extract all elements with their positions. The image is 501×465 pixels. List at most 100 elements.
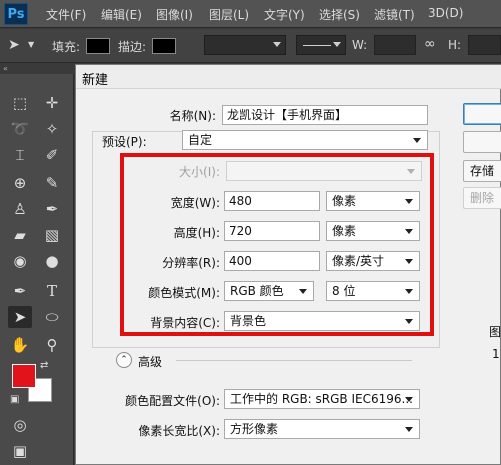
path-selection-tool-icon[interactable]: ➤	[8, 306, 32, 328]
bit-depth-select[interactable]: 8 位	[326, 281, 420, 301]
height-field[interactable]	[468, 35, 501, 55]
eraser-tool-icon[interactable]: ▰	[8, 224, 32, 246]
photoshop-logo: Ps	[4, 3, 28, 25]
color-profile-select[interactable]: 工作中的 RGB: sRGB IEC6196...	[224, 389, 420, 409]
chevron-down-icon	[405, 289, 413, 294]
type-tool-icon[interactable]: T	[40, 280, 64, 302]
link-icon[interactable]: ∞	[424, 36, 436, 52]
menu-edit[interactable]: 编辑(E)	[101, 6, 142, 23]
pixel-aspect-label: 像素长宽比(X):	[138, 424, 220, 438]
quick-mask-icon[interactable]: ◎	[8, 414, 32, 436]
stroke-label: 描边:	[118, 40, 147, 54]
color-profile-value: 工作中的 RGB: sRGB IEC6196...	[230, 392, 413, 406]
panel-collapse-icon[interactable]: «	[0, 64, 74, 74]
new-document-dialog: 新建 名称(N): 龙凯设计【手机界面】 预设(P): 自定 大小(I): 宽度…	[75, 64, 501, 465]
advanced-toggle-icon[interactable]: ⌃	[116, 352, 132, 368]
background-contents-value: 背景色	[230, 314, 267, 328]
resolution-field[interactable]: 400	[224, 251, 320, 271]
preset-value: 自定	[188, 133, 213, 147]
save-preset-button[interactable]: 存储	[463, 160, 501, 182]
color-mode-select[interactable]: RGB 颜色	[224, 281, 314, 301]
preset-label: 预设(P):	[100, 133, 174, 150]
height-field[interactable]: 720	[224, 221, 320, 241]
dodge-tool-icon[interactable]: ●	[40, 250, 64, 272]
path-select-icon[interactable]: ➤	[8, 37, 20, 53]
resolution-label: 分辨率(R):	[162, 256, 220, 270]
default-colors-icon[interactable]: ▣	[10, 394, 19, 405]
ok-button[interactable]	[463, 103, 501, 125]
menu-3d[interactable]: 3D(D)	[428, 6, 463, 20]
marquee-tool-icon[interactable]: ⬚	[8, 92, 32, 114]
chevron-down-icon	[405, 199, 413, 204]
chevron-down-icon	[405, 229, 413, 234]
ellipse-tool-icon[interactable]: ⬭	[40, 306, 64, 328]
menu-file[interactable]: 文件(F)	[46, 6, 86, 23]
width-field[interactable]: 480	[224, 191, 320, 211]
preset-select[interactable]: 自定	[182, 130, 428, 150]
stroke-width-dropdown[interactable]	[204, 35, 286, 55]
width-label: 宽度(W):	[170, 196, 220, 210]
pixel-aspect-value: 方形像素	[230, 422, 279, 436]
lasso-tool-icon[interactable]: ➰	[8, 118, 32, 140]
foreground-color-swatch[interactable]	[12, 364, 36, 388]
advanced-label[interactable]: 高级	[138, 353, 162, 370]
resolution-unit-select[interactable]: 像素/英寸	[326, 251, 420, 271]
chevron-down-icon	[299, 289, 307, 294]
size-select[interactable]	[226, 161, 422, 181]
pixel-aspect-select[interactable]: 方形像素	[224, 419, 420, 439]
image-size-label: 图	[489, 325, 501, 339]
background-contents-select[interactable]: 背景色	[224, 311, 420, 331]
menu-image[interactable]: 图像(I)	[156, 6, 193, 23]
magic-wand-icon[interactable]: ✧	[40, 118, 64, 140]
fill-swatch[interactable]	[86, 38, 110, 54]
menu-select[interactable]: 选择(S)	[319, 6, 360, 23]
screen-mode-icon[interactable]: ▣	[8, 440, 32, 462]
crop-tool-icon[interactable]: ⌶	[8, 144, 32, 166]
cancel-button[interactable]	[463, 131, 501, 153]
history-brush-icon[interactable]: ✒	[40, 198, 64, 220]
chevron-down-icon[interactable]: ▼	[28, 40, 34, 49]
delete-preset-button[interactable]: 删除	[463, 187, 501, 209]
image-size-value: 1	[492, 347, 500, 361]
chevron-down-icon	[405, 397, 413, 402]
gradient-tool-icon[interactable]: ▧	[40, 224, 64, 246]
height-unit-select[interactable]: 像素	[326, 221, 420, 241]
color-mode-value: RGB 颜色	[230, 284, 284, 298]
height-unit: 像素	[332, 224, 357, 238]
healing-brush-icon[interactable]: ⊕	[8, 172, 32, 194]
name-label: 名称(N):	[169, 109, 216, 123]
brush-tool-icon[interactable]: ✎	[40, 172, 64, 194]
hand-tool-icon[interactable]: ✋	[8, 334, 32, 356]
eyedropper-icon[interactable]: ✐	[40, 144, 64, 166]
resolution-unit: 像素/英寸	[332, 254, 385, 268]
stroke-swatch[interactable]	[152, 38, 176, 54]
blur-tool-icon[interactable]: ◉	[8, 250, 32, 272]
stroke-type-dropdown[interactable]	[296, 35, 346, 55]
width-field[interactable]	[374, 35, 416, 55]
chevron-down-icon	[405, 319, 413, 324]
move-tool-icon[interactable]: ✛	[40, 92, 64, 114]
pen-tool-icon[interactable]: ✒	[8, 280, 32, 302]
chevron-down-icon	[405, 427, 413, 432]
tools-panel: « ⬚ ✛ ➰ ✧ ⌶ ✐ ⊕ ✎ ♙ ✒ ▰ ▧ ◉ ● ✒ T ➤ ⬭ ✋ …	[0, 64, 74, 465]
dialog-title-bar: 新建	[76, 65, 501, 89]
height-label: 高度(H):	[173, 226, 220, 240]
menu-layer[interactable]: 图层(L)	[209, 6, 249, 23]
menu-bar: Ps 文件(F) 编辑(E) 图像(I) 图层(L) 文字(Y) 选择(S) 滤…	[0, 0, 501, 28]
width-unit-select[interactable]: 像素	[326, 191, 420, 211]
menu-type[interactable]: 文字(Y)	[264, 6, 305, 23]
swap-colors-icon[interactable]: ⇄	[40, 360, 48, 371]
width-label: W:	[352, 38, 368, 52]
name-field[interactable]: 龙凯设计【手机界面】	[222, 105, 428, 125]
bit-depth-value: 8 位	[332, 284, 356, 298]
chevron-down-icon	[413, 138, 421, 143]
chevron-down-icon	[407, 169, 415, 174]
color-profile-label: 颜色配置文件(O):	[125, 394, 220, 408]
height-label: H:	[448, 38, 462, 52]
menu-filter[interactable]: 滤镜(T)	[374, 6, 415, 23]
clone-stamp-icon[interactable]: ♙	[8, 198, 32, 220]
zoom-tool-icon[interactable]: ⚲	[40, 334, 64, 356]
size-label: 大小(I):	[179, 165, 220, 179]
background-contents-label: 背景内容(C):	[150, 316, 220, 330]
width-unit: 像素	[332, 194, 357, 208]
